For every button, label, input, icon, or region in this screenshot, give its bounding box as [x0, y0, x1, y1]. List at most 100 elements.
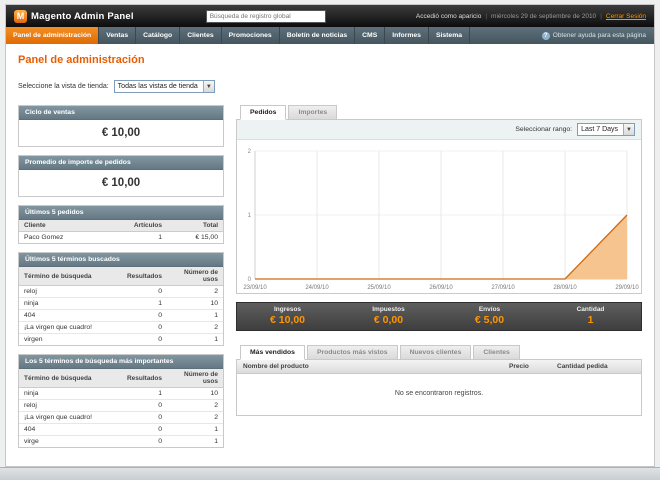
average-orders-value: € 10,00 — [101, 177, 141, 189]
total-label: Impuestos — [372, 306, 405, 313]
average-orders-box: Promedio de importe de pedidos € 10,00 — [18, 155, 224, 197]
table-row[interactable]: reloj 0 2 — [19, 399, 223, 412]
cell: 1 — [167, 423, 223, 436]
global-search-input[interactable] — [205, 9, 326, 23]
separator: | — [600, 12, 602, 20]
last-orders-header: Últimos 5 pedidos — [19, 206, 223, 220]
cell: 2 — [167, 321, 223, 334]
totals-bar: Ingresos € 10,00 Impuestos € 0,00 Envíos… — [236, 302, 642, 331]
cell: 0 — [158, 336, 162, 343]
content-area: Panel de administración Seleccione la vi… — [6, 44, 654, 456]
cell: 1 — [121, 297, 167, 310]
column-header: Número de usos — [167, 267, 223, 286]
svg-text:23/09/10: 23/09/10 — [243, 285, 267, 291]
grid-empty-message: No se encontraron registros. — [394, 390, 484, 397]
cell: 10 — [167, 297, 223, 310]
range-row: Seleccionar rango: Last 7 Days ▼ — [237, 120, 641, 140]
session-info: Accedió como aparicio | miércoles 29 de … — [416, 13, 646, 20]
table-row[interactable]: ¡La virgen que cuadro! 0 2 — [19, 321, 223, 334]
nav-item-clientes[interactable]: Clientes — [180, 27, 222, 44]
right-column: Pedidos Importes Seleccionar rango: Last… — [236, 105, 642, 416]
cell: 1 — [214, 336, 218, 343]
logout-link[interactable]: Cerrar Sesión — [606, 13, 646, 20]
table-row[interactable]: ninja 1 10 — [19, 387, 223, 400]
tab-clientes[interactable]: Clientes — [473, 345, 520, 360]
cell: 1 — [214, 438, 218, 445]
tab-productos-mas-vistos[interactable]: Productos más vistos — [306, 345, 398, 360]
column-header: Número de usos — [167, 369, 223, 388]
tab-mas-vendidos[interactable]: Más vendidos — [240, 345, 305, 360]
main-nav: Panel de administración Ventas Catálogo … — [6, 27, 654, 44]
column-header: Término de búsqueda — [19, 369, 122, 388]
table-row[interactable]: ninja 1 10 — [19, 297, 223, 310]
table-row[interactable]: Paco Gomez 1 € 15,00 — [19, 232, 223, 244]
last-orders-box: Últimos 5 pedidos Cliente Artículos Tota… — [18, 205, 224, 244]
store-view-select[interactable]: Todas las vistas de tienda ▼ — [113, 80, 215, 93]
table-row[interactable]: virge 0 1 — [19, 436, 223, 448]
svg-text:2: 2 — [248, 149, 252, 155]
total-value: 1 — [587, 314, 594, 326]
tab-pedidos[interactable]: Pedidos — [240, 105, 287, 120]
left-column: Ciclo de ventas € 10,00 Promedio de impo… — [18, 105, 224, 448]
svg-text:24/09/10: 24/09/10 — [305, 285, 329, 291]
products-tabs: Más vendidos Productos más vistos Nuevos… — [236, 345, 642, 360]
grid-column-name: Nombre del producto — [243, 363, 309, 370]
admin-window: M Magento Admin Panel Accedió como apari… — [5, 4, 655, 467]
brand: M Magento Admin Panel — [14, 9, 134, 23]
cell: 0 — [121, 321, 167, 334]
tab-nuevos-clientes[interactable]: Nuevos clientes — [399, 345, 472, 360]
range-value: Last 7 Days — [581, 126, 619, 133]
cell: 0 — [121, 411, 167, 424]
dashboard-columns: Ciclo de ventas € 10,00 Promedio de impo… — [18, 105, 642, 448]
cell: 0 — [121, 309, 167, 322]
column-header: Total — [167, 220, 223, 232]
page-title: Panel de administración — [18, 54, 145, 66]
brand-title: Magento Admin Panel — [31, 10, 134, 22]
cell: Paco Gomez — [24, 234, 64, 241]
svg-text:29/09/10: 29/09/10 — [615, 285, 639, 291]
orders-chart-svg: 0 1 2 23/09/10 24/09/10 25/09/10 26/09/10 27/09… — [243, 149, 639, 291]
chart-tabs: Pedidos Importes — [236, 105, 642, 120]
total-envios: Envíos € 5,00 — [439, 303, 540, 330]
cell: 1 — [121, 387, 167, 400]
nav-item-panel-administracion[interactable]: Panel de administración — [6, 27, 100, 44]
lifetime-sales-value: € 10,00 — [101, 127, 141, 139]
table-row[interactable]: ¡La virgen que cuadro! 0 2 — [19, 411, 223, 424]
nav-item-informes[interactable]: Informes — [385, 27, 429, 44]
orders-chart: 0 1 2 23/09/10 24/09/10 25/09/10 26/09/10 27/09… — [237, 140, 641, 293]
store-view-label: Seleccione la vista de tienda: — [18, 83, 109, 90]
orders-chart-panel: Seleccionar rango: Last 7 Days ▼ 0 1 2 23/0… — [236, 119, 642, 294]
nav-item-boletin[interactable]: Boletín de noticias — [280, 27, 356, 44]
nav-item-promociones[interactable]: Promociones — [222, 27, 280, 44]
tab-importes[interactable]: Importes — [288, 105, 338, 120]
nav-item-catalogo[interactable]: Catálogo — [136, 27, 181, 44]
range-select[interactable]: Last 7 Days ▼ — [577, 123, 635, 136]
cell: reloj — [19, 285, 122, 298]
total-label: Ingresos — [273, 306, 302, 313]
column-header: Artículos — [123, 220, 167, 232]
cell: 0 — [121, 423, 167, 436]
nav-item-sistema[interactable]: Sistema — [429, 27, 471, 44]
page-help-link[interactable]: ? Obtener ayuda para esta página — [541, 27, 654, 44]
cell: 404 — [19, 423, 122, 436]
chevron-down-icon: ▼ — [623, 124, 634, 135]
total-label: Cantidad — [576, 306, 605, 313]
table-row[interactable]: 404 0 1 — [19, 309, 223, 322]
svg-text:25/09/10: 25/09/10 — [367, 285, 391, 291]
table-row[interactable]: 404 0 1 — [19, 423, 223, 436]
lifetime-sales-header: Ciclo de ventas — [19, 106, 223, 120]
cell: ¡La virgen que cuadro! — [19, 321, 122, 334]
cell: 0 — [121, 285, 167, 298]
nav-item-ventas[interactable]: Ventas — [99, 27, 137, 44]
header-date: miércoles 29 de septiembre de 2010 — [491, 12, 597, 20]
cell: 1 — [167, 309, 223, 322]
table-row[interactable]: reloj 0 2 — [19, 285, 223, 298]
total-label: Envíos — [478, 306, 501, 313]
svg-text:28/09/10: 28/09/10 — [553, 285, 577, 291]
grid-column-price: Precio — [509, 363, 529, 370]
cell: ninja — [19, 387, 122, 400]
nav-item-cms[interactable]: CMS — [355, 27, 386, 44]
table-row[interactable]: virgen 0 1 — [19, 334, 223, 346]
svg-text:0: 0 — [248, 277, 252, 283]
lifetime-sales-box: Ciclo de ventas € 10,00 — [18, 105, 224, 147]
